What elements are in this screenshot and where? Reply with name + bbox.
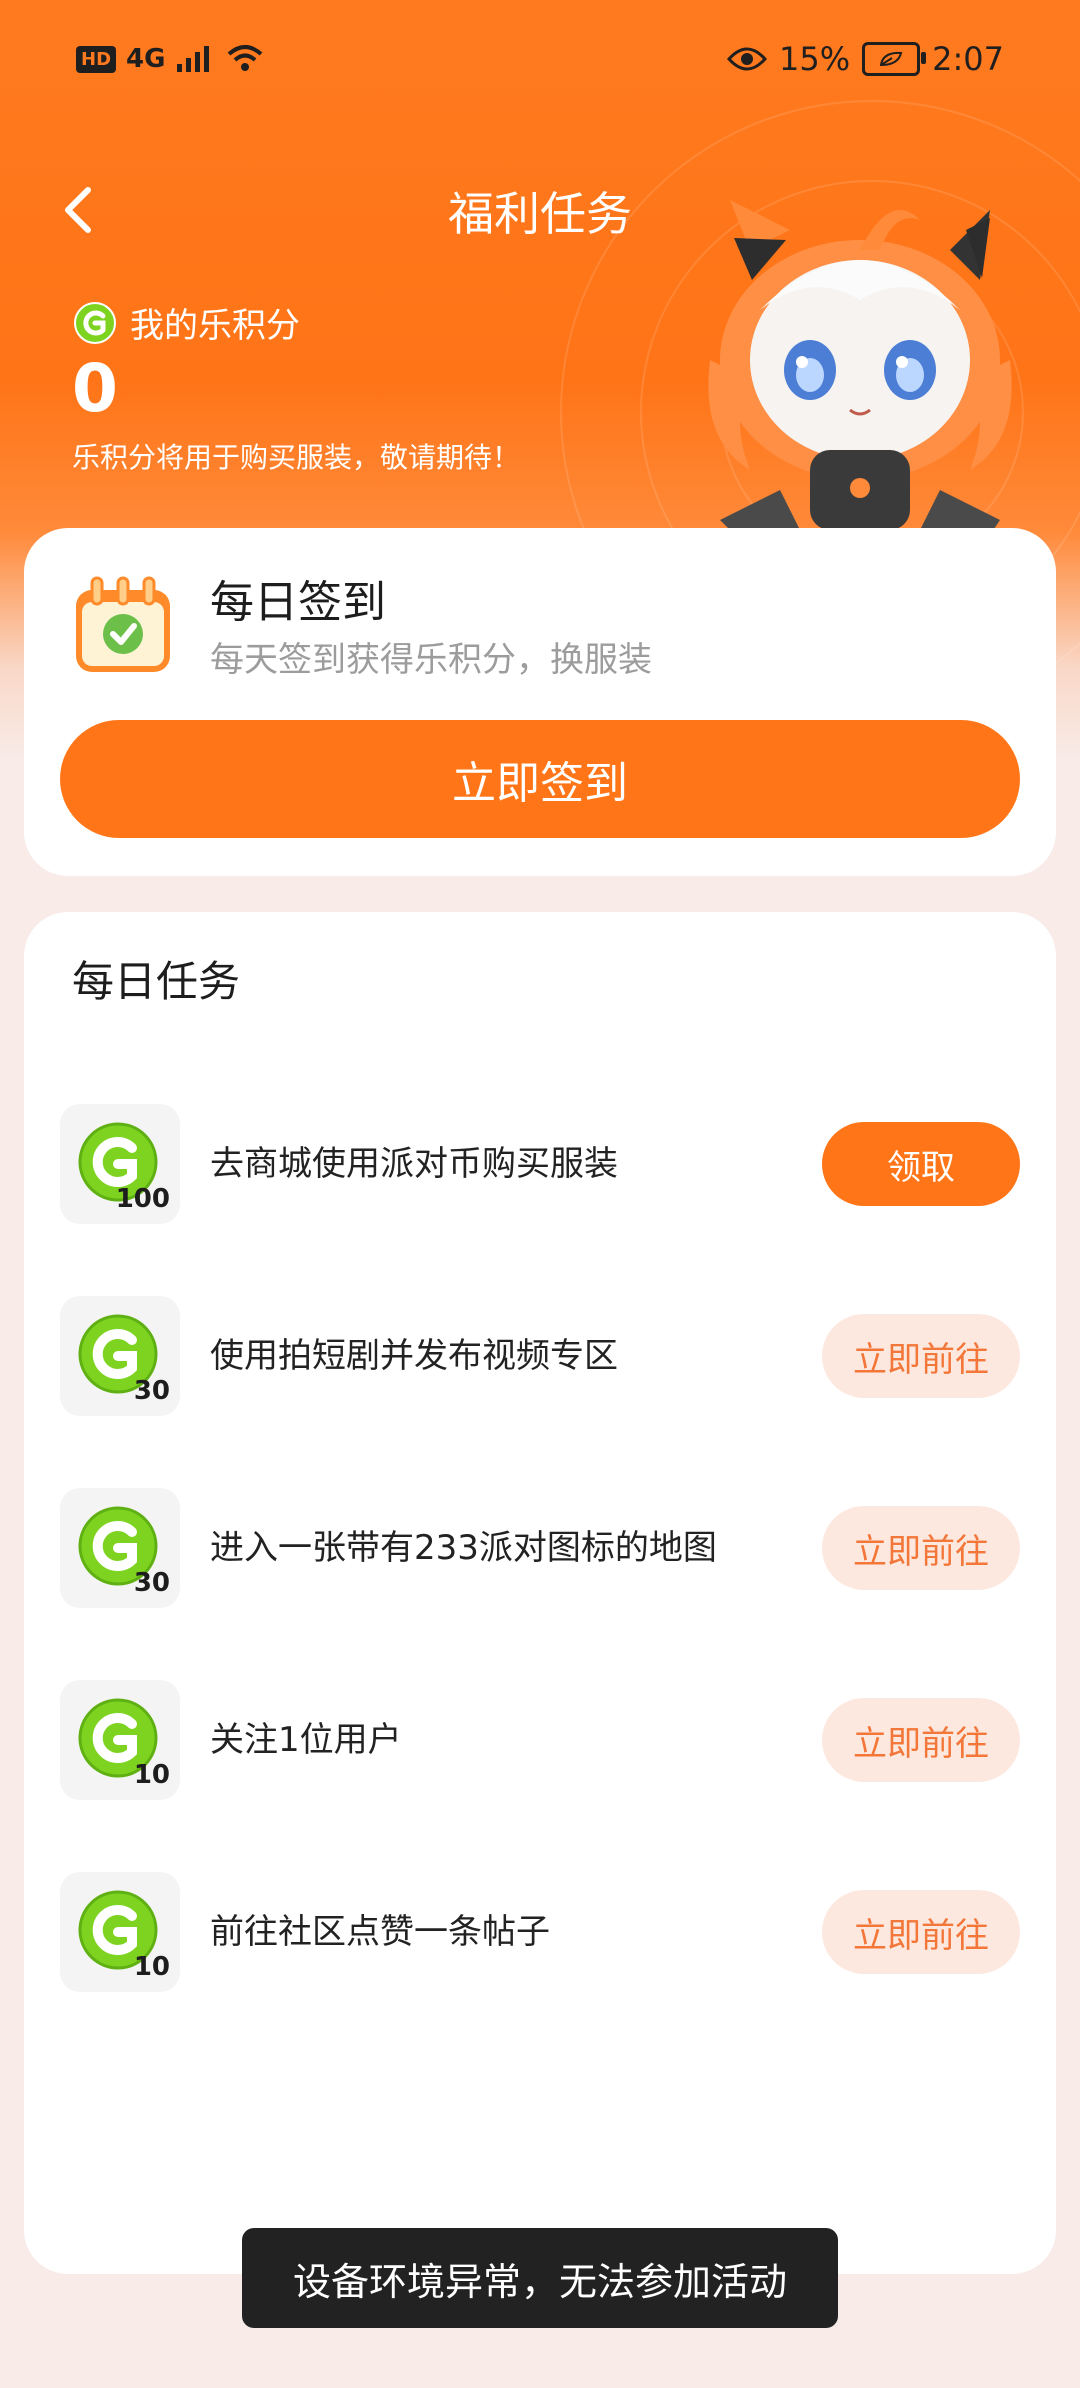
points-coin-icon	[74, 301, 116, 344]
mascot-illustration	[708, 200, 1012, 550]
reward-amount: 10	[133, 1952, 170, 1982]
task-label: 关注1位用户	[210, 1720, 402, 1760]
reward-coin-icon: 10	[60, 1872, 180, 1992]
wifi-icon	[228, 45, 263, 71]
battery-percent: 15%	[779, 40, 851, 78]
task-action-button[interactable]: 立即前往	[822, 1506, 1020, 1590]
eye-comfort-icon	[727, 47, 768, 71]
task-row: 100 去商城使用派对币购买服装 领取	[60, 1104, 1020, 1224]
signin-subtitle: 每天签到获得乐积分，换服装	[210, 640, 652, 680]
battery-icon	[862, 42, 927, 76]
points-label-row: 我的乐积分	[74, 298, 300, 347]
task-label: 使用拍短剧并发布视频专区	[210, 1336, 618, 1376]
clock: 2:07	[932, 40, 1004, 78]
reward-coin-icon: 30	[60, 1296, 180, 1416]
network-type: 4G	[126, 44, 166, 74]
daily-tasks-card: 每日任务 100 去商城使用派对币购买服装 领取 30 使用拍短剧并发布视频专区 立即前往…	[24, 912, 1056, 2274]
reward-amount: 10	[133, 1760, 170, 1790]
hd-indicator: HD	[76, 45, 117, 73]
task-row: 30 进入一张带有233派对图标的地图 立即前往	[60, 1488, 1020, 1608]
task-label: 前往社区点赞一条帖子	[210, 1912, 550, 1952]
task-label: 进入一张带有233派对图标的地图	[210, 1528, 717, 1568]
task-action-button[interactable]: 领取	[822, 1122, 1020, 1206]
task-row: 30 使用拍短剧并发布视频专区 立即前往	[60, 1296, 1020, 1416]
points-label: 我的乐积分	[130, 306, 300, 346]
signin-title: 每日签到	[210, 577, 386, 628]
toast-message: 设备环境异常，无法参加活动	[242, 2228, 838, 2328]
points-note: 乐积分将用于购买服装，敬请期待！	[72, 441, 521, 474]
task-label: 去商城使用派对币购买服装	[210, 1144, 618, 1184]
tasks-title: 每日任务	[72, 957, 241, 1006]
daily-signin-card: 每日签到 每天签到获得乐积分，换服装 立即签到	[24, 528, 1056, 876]
task-row: 10 前往社区点赞一条帖子 立即前往	[60, 1872, 1020, 1992]
reward-amount: 30	[133, 1568, 170, 1598]
signin-button[interactable]: 立即签到	[60, 720, 1020, 838]
reward-coin-icon: 100	[60, 1104, 180, 1224]
task-row: 10 关注1位用户 立即前往	[60, 1680, 1020, 1800]
reward-coin-icon: 10	[60, 1680, 180, 1800]
task-action-button[interactable]: 立即前往	[822, 1698, 1020, 1782]
reward-coin-icon: 30	[60, 1488, 180, 1608]
points-value: 0	[72, 350, 118, 427]
task-action-button[interactable]: 立即前往	[822, 1890, 1020, 1974]
status-bar: HD 4G 15% 2:07	[0, 0, 1080, 130]
task-action-button[interactable]: 立即前往	[822, 1314, 1020, 1398]
reward-amount: 30	[133, 1376, 170, 1406]
signal-icon	[177, 46, 210, 72]
reward-amount: 100	[115, 1184, 170, 1214]
calendar-check-icon	[76, 576, 170, 672]
